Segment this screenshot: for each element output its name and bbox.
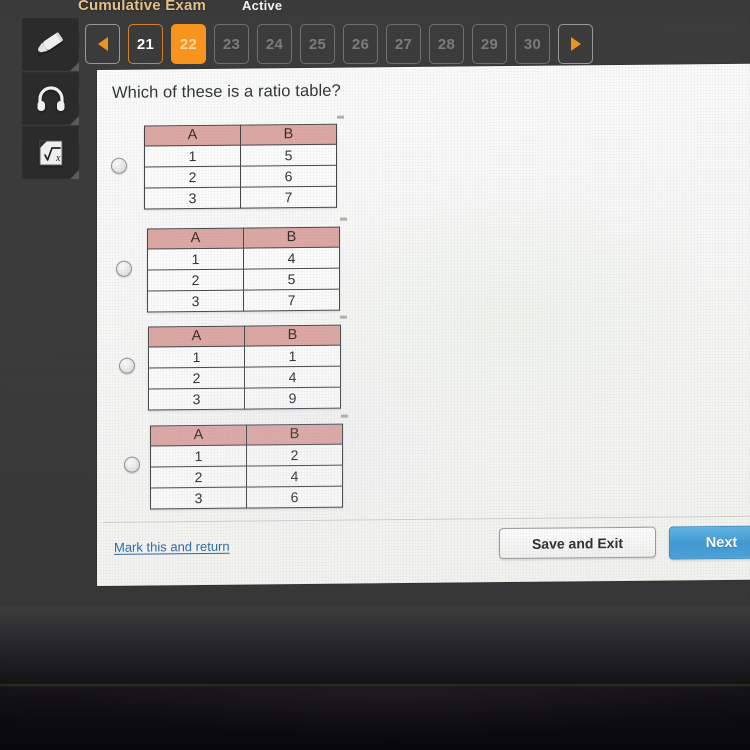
question-panel: Which of these is a ratio table? A B 1 5… (97, 63, 750, 587)
radio-option-a[interactable] (111, 157, 127, 174)
table-tick-b (340, 217, 347, 221)
table-row: A B (148, 325, 341, 348)
table-row: 3 7 (144, 186, 337, 210)
pager-item-25[interactable]: 25 (300, 24, 335, 64)
tool-rail: x (22, 18, 79, 180)
cell-a-r1c2: 5 (240, 144, 337, 167)
cell-b-r3c1: 3 (147, 290, 244, 313)
pager-item-28[interactable]: 28 (429, 24, 464, 64)
ratio-table-c: A B 1 1 2 4 3 9 (148, 325, 341, 411)
svg-text:x: x (55, 153, 61, 164)
cell-c-r3c1: 3 (148, 388, 245, 411)
table-header-d-col2: B (246, 424, 343, 446)
laptop-bezel (0, 606, 750, 686)
table-row: 2 5 (147, 268, 340, 292)
cell-b-r3c2: 7 (243, 289, 340, 312)
table-row: 1 1 (148, 345, 341, 369)
table-row: 2 6 (144, 165, 337, 189)
table-row: 3 7 (147, 289, 340, 313)
table-tick-c (340, 315, 347, 319)
cell-b-r2c2: 5 (243, 268, 340, 291)
highlighter-icon (34, 30, 68, 60)
pager-next-button[interactable] (558, 24, 593, 64)
cell-c-r3c2: 9 (244, 387, 341, 410)
content-panel-wrapper: Which of these is a ratio table? A B 1 5… (0, 63, 750, 590)
pager-item-23[interactable]: 23 (214, 24, 249, 64)
pager-prev-button[interactable] (85, 24, 120, 64)
table-header-c-col2: B (244, 325, 341, 347)
cell-b-r1c1: 1 (147, 248, 244, 271)
table-header-a-col1: A (144, 125, 241, 147)
table-header-c-col1: A (148, 326, 245, 348)
table-header-d-col1: A (150, 425, 247, 446)
pager-item-27[interactable]: 27 (386, 24, 421, 64)
highlighter-tool[interactable] (22, 18, 79, 71)
question-panel-inner: Which of these is a ratio table? A B 1 5… (97, 64, 750, 586)
cell-a-r1c1: 1 (144, 145, 241, 168)
exam-status: Active (242, 0, 283, 13)
calculator-icon: x (36, 138, 66, 168)
table-row: A B (147, 227, 340, 250)
cell-d-r2c1: 2 (150, 466, 247, 488)
cell-d-r3c1: 3 (150, 487, 247, 509)
cell-c-r2c1: 2 (148, 367, 245, 390)
table-row: 3 9 (148, 387, 341, 411)
table-row: A B (144, 124, 337, 147)
exam-title: Cumulative Exam (78, 0, 207, 14)
table-row: 1 2 (150, 444, 343, 467)
question-pager: 21 22 23 24 25 26 27 28 29 30 (85, 24, 593, 68)
cell-a-r2c2: 6 (240, 165, 337, 188)
answer-option-b[interactable]: A B 1 4 2 5 3 7 (97, 212, 737, 313)
cell-d-r3c2: 6 (246, 486, 343, 509)
radio-option-d[interactable] (124, 456, 140, 473)
table-tick-a (337, 115, 344, 119)
table-row: 3 6 (150, 486, 343, 509)
radio-option-b[interactable] (116, 260, 132, 277)
laptop-screen: Cumulative Exam Active x 21 22 23 24 25 … (0, 0, 750, 612)
cell-a-r3c1: 3 (144, 187, 241, 210)
cell-c-r1c2: 1 (244, 345, 341, 368)
table-row: 2 4 (148, 366, 341, 390)
audio-tool[interactable] (22, 72, 79, 125)
table-row: A B (150, 424, 343, 446)
cell-c-r2c2: 4 (244, 366, 341, 389)
headphones-icon (36, 85, 66, 113)
calculator-tool[interactable]: x (22, 126, 79, 179)
cell-a-r3c2: 7 (240, 186, 337, 209)
cell-d-r1c2: 2 (246, 444, 343, 467)
pager-item-21[interactable]: 21 (128, 24, 163, 64)
next-button[interactable]: Next (669, 525, 750, 560)
exam-titlebar: Cumulative Exam Active (0, 0, 750, 16)
cell-b-r1c2: 4 (243, 247, 340, 270)
cell-b-r2c1: 2 (147, 269, 244, 292)
save-and-exit-button[interactable]: Save and Exit (499, 526, 656, 560)
cell-c-r1c1: 1 (148, 346, 245, 369)
table-header-a-col2: B (240, 124, 337, 146)
pager-item-24[interactable]: 24 (257, 24, 292, 64)
cell-d-r1c1: 1 (150, 445, 247, 467)
ratio-table-d: A B 1 2 2 4 3 6 (150, 424, 343, 510)
question-text: Which of these is a ratio table? (112, 81, 341, 102)
pager-item-26[interactable]: 26 (343, 24, 378, 64)
table-header-b-col2: B (243, 227, 340, 249)
ratio-table-b: A B 1 4 2 5 3 7 (147, 227, 340, 313)
laptop-photo: Cumulative Exam Active x 21 22 23 24 25 … (0, 0, 750, 750)
table-row: 2 4 (150, 465, 343, 488)
footer-divider (103, 515, 750, 523)
pager-item-22[interactable]: 22 (171, 24, 206, 64)
table-header-b-col1: A (147, 228, 244, 250)
table-row: 1 5 (144, 144, 337, 168)
pager-item-30[interactable]: 30 (515, 24, 550, 64)
mark-this-and-return-link[interactable]: Mark this and return (114, 539, 230, 555)
radio-option-c[interactable] (119, 357, 135, 374)
pager-item-29[interactable]: 29 (472, 24, 507, 64)
cell-a-r2c1: 2 (144, 166, 241, 189)
desk-surface (0, 687, 750, 750)
answer-option-a[interactable]: A B 1 5 2 6 3 7 (97, 112, 737, 210)
table-tick-d (341, 414, 348, 418)
ratio-table-a: A B 1 5 2 6 3 7 (144, 124, 337, 210)
table-row: 1 4 (147, 247, 340, 271)
cell-d-r2c2: 4 (246, 465, 343, 488)
